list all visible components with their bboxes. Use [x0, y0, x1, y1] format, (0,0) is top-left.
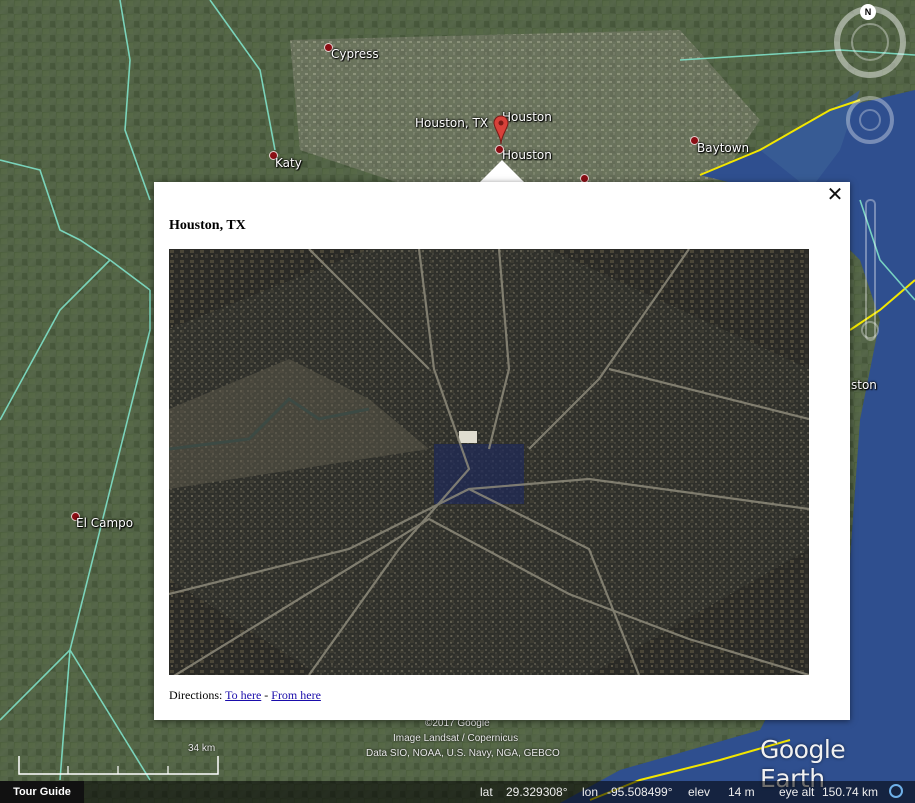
lon-label: lon [582, 785, 599, 799]
eye-alt-label: eye alt [779, 785, 815, 799]
placemark-balloon: ✕ Houston, TX Directions: To here - From… [154, 182, 850, 720]
place-label-el-campo[interactable]: El Campo [76, 516, 133, 530]
directions-row: Directions: To here - From here [169, 688, 321, 703]
place-label-partial: ston [851, 378, 877, 392]
popup-pointer [480, 160, 524, 182]
close-icon[interactable]: ✕ [826, 185, 844, 205]
lat-label: lat [480, 785, 493, 799]
directions-separator: - [261, 688, 272, 702]
place-label-baytown[interactable]: Baytown [697, 141, 749, 155]
place-label-houston-tx[interactable]: Houston, TX [415, 116, 488, 130]
place-label-cypress[interactable]: Cypress [331, 47, 379, 61]
popup-title: Houston, TX [169, 218, 246, 233]
directions-to-here-link[interactable]: To here [225, 688, 261, 702]
lon-value: -95.508499° [607, 785, 673, 799]
compass-north-icon[interactable]: N [860, 4, 876, 20]
place-label-houston-upper[interactable]: Houston [502, 110, 552, 124]
status-bar: lat 29.329308° lon -95.508499° elev 14 m… [0, 781, 915, 803]
aerial-photo [169, 249, 809, 675]
streaming-indicator-icon [889, 784, 903, 798]
attribution-data: Data SIO, NOAA, U.S. Navy, NGA, GEBCO [366, 748, 560, 759]
directions-from-here-link[interactable]: From here [271, 688, 321, 702]
scale-bar [18, 754, 228, 776]
place-marker-houston[interactable] [495, 145, 504, 154]
directions-label: Directions: [169, 688, 223, 702]
lat-value: 29.329308° [506, 785, 568, 799]
tour-guide-button[interactable]: Tour Guide [0, 781, 84, 803]
elev-value: 14 m [728, 785, 755, 799]
eye-alt-value: 150.74 km [822, 785, 879, 799]
scale-label: 34 km [188, 743, 216, 754]
place-label-katy[interactable]: Katy [275, 156, 302, 170]
attribution-imagery: Image Landsat / Copernicus [393, 733, 519, 744]
elev-label: elev [688, 785, 711, 799]
